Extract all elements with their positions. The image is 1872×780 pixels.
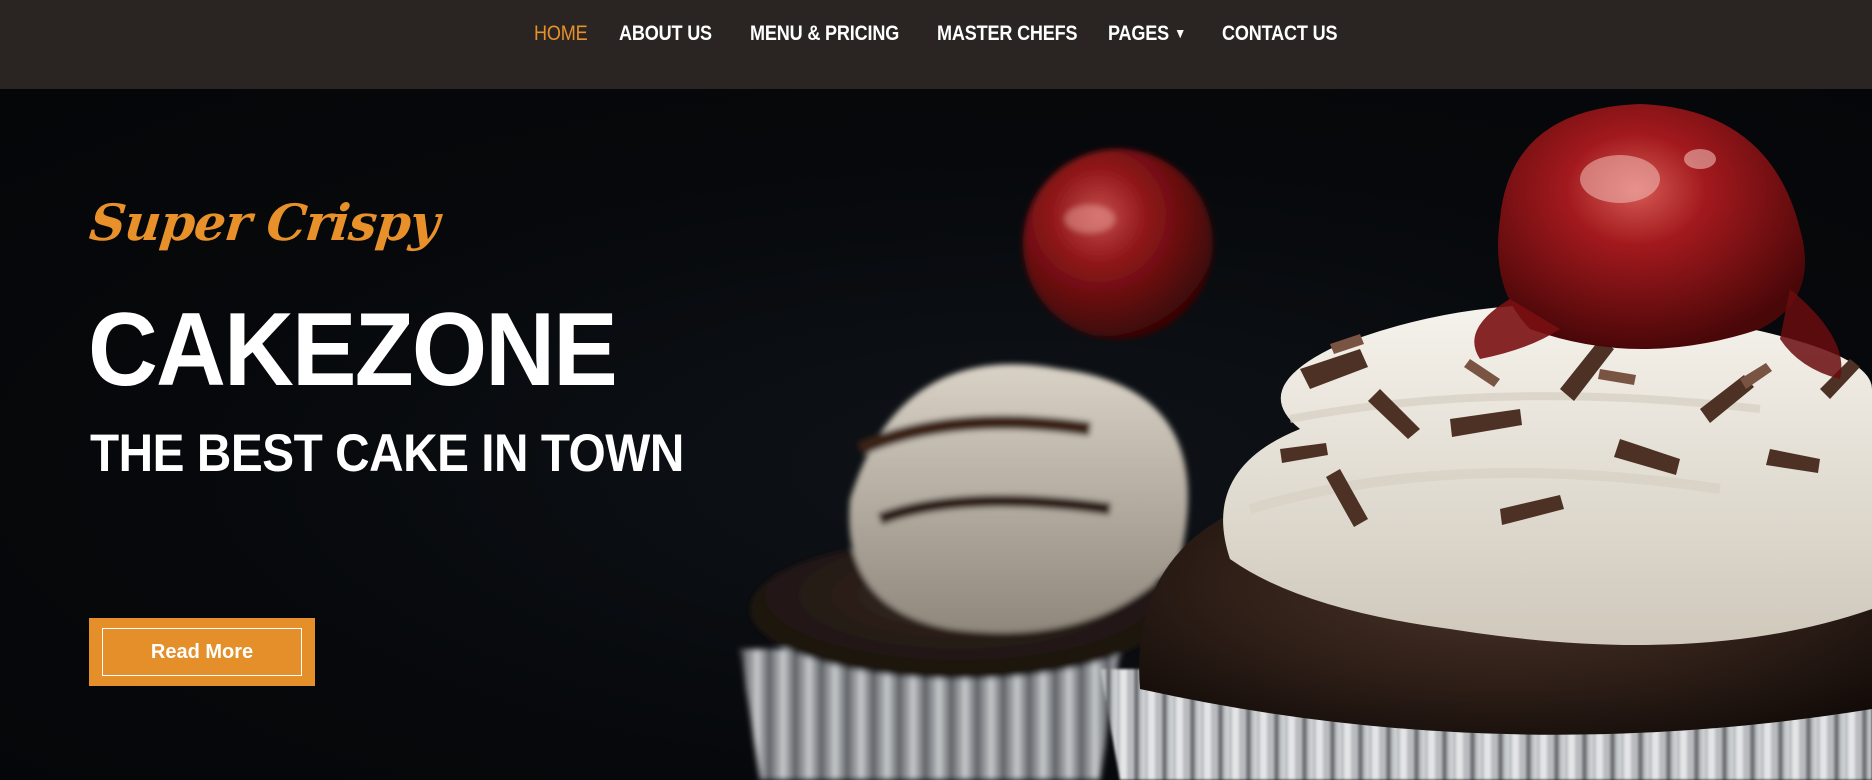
read-more-button[interactable]: Read More — [89, 618, 315, 686]
hero-banner: Super Crispy CAKEZONE THE BEST CAKE IN T… — [0, 89, 1872, 780]
nav-item-master-chefs[interactable]: MASTER CHEFS — [937, 22, 1078, 50]
read-more-label: Read More — [102, 628, 302, 676]
nav-item-home[interactable]: HOME — [534, 22, 588, 50]
hero-brand-title: CAKEZONE — [88, 292, 618, 408]
hero-subtitle: THE BEST CAKE IN TOWN — [90, 424, 684, 483]
top-navbar: HOME ABOUT US MENU & PRICING MASTER CHEF… — [0, 0, 1872, 89]
caret-down-icon: ▼ — [1174, 25, 1186, 41]
nav-item-contact-us[interactable]: CONTACT US — [1222, 22, 1338, 50]
nav-item-menu-pricing[interactable]: MENU & PRICING — [750, 22, 899, 50]
main-nav: HOME ABOUT US MENU & PRICING MASTER CHEF… — [0, 0, 1872, 70]
hero-tagline: Super Crispy — [86, 193, 442, 252]
nav-item-about-us[interactable]: ABOUT US — [619, 22, 712, 50]
nav-item-pages-label: PAGES — [1108, 22, 1170, 45]
nav-item-pages[interactable]: PAGES ▼ — [1108, 22, 1186, 50]
